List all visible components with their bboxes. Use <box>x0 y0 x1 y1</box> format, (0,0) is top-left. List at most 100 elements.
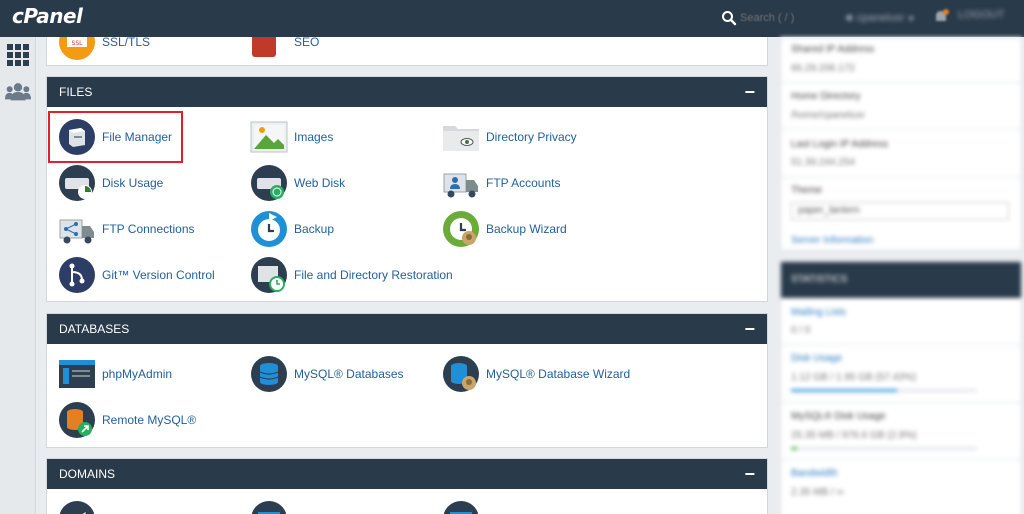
disk-usage-value: 1.12 GB / 1.95 GB (57.43%) <box>791 372 917 383</box>
git-version-control-tile[interactable]: Git™ Version Control <box>58 256 215 294</box>
databases-panel-header[interactable]: DATABASES − <box>47 314 767 344</box>
theme-select[interactable]: paper_lantern <box>791 202 1009 220</box>
file-restoration-tile[interactable]: File and Directory Restoration <box>250 256 453 294</box>
search-input[interactable] <box>740 9 835 27</box>
user-menu[interactable]: ■ cpanelusr ▾ <box>846 9 914 27</box>
general-information-sidebar: Shared IP Address 66.29.206.172 Home Dir… <box>778 37 1024 514</box>
tile-label: phpMyAdmin <box>102 367 173 381</box>
home-dir-label: Home Directory <box>791 91 861 102</box>
backup-tile[interactable]: Backup <box>250 210 334 248</box>
bell-icon[interactable] <box>932 8 950 26</box>
collapse-button[interactable]: − <box>744 320 755 338</box>
images-icon <box>250 118 288 156</box>
grid-icon[interactable] <box>5 42 31 68</box>
remote-mysql-tile[interactable]: Remote MySQL® <box>58 401 196 439</box>
users-icon[interactable] <box>5 79 31 105</box>
site-publisher-icon[interactable] <box>58 500 96 514</box>
seo-icon <box>250 37 288 61</box>
divider <box>781 177 1023 178</box>
mysql-databases-tile[interactable]: MySQL® Databases <box>250 355 404 393</box>
general-info-box: Shared IP Address 66.29.206.172 Home Dir… <box>780 37 1023 251</box>
file-restoration-icon <box>250 256 288 294</box>
ftp-connections-icon <box>58 210 96 248</box>
disk-usage-icon <box>58 164 96 202</box>
file-manager-highlight <box>48 111 183 163</box>
cpanel-logo[interactable]: cPanel <box>12 4 83 28</box>
domains-panel-header[interactable]: DOMAINS − <box>47 459 767 489</box>
home-dir-value: /home/cpanelusr <box>791 110 865 121</box>
tile-label: Remote MySQL® <box>102 413 197 427</box>
chevron-down-icon: ▾ <box>908 12 914 25</box>
disk-usage-bar <box>791 389 977 392</box>
backup-wizard-tile[interactable]: Backup Wizard <box>442 210 567 248</box>
tile-label: MySQL® Database Wizard <box>486 367 631 381</box>
tile-label: FTP Connections <box>102 222 195 236</box>
tile-label: Directory Privacy <box>486 130 577 144</box>
mysql-wizard-icon <box>442 355 480 393</box>
previous-panel-bottom: SSL SSL/TLS SEO <box>46 37 768 66</box>
web-disk-tile[interactable]: Web Disk <box>250 164 345 202</box>
divider <box>781 402 1023 403</box>
disk-usage-tile[interactable]: Disk Usage <box>58 164 163 202</box>
ssl-tls-tile[interactable]: SSL SSL/TLS <box>58 37 150 61</box>
mysql-databases-icon <box>250 355 288 393</box>
images-tile[interactable]: Images <box>250 118 333 156</box>
git-icon <box>58 256 96 294</box>
domains-panel: DOMAINS − <box>46 458 768 514</box>
addon-domains-icon[interactable] <box>442 500 480 514</box>
username: cpanelusr <box>856 12 905 24</box>
collapse-button[interactable]: − <box>744 83 755 101</box>
files-panel-header[interactable]: FILES − <box>47 77 767 107</box>
divider <box>781 459 1023 460</box>
search-icon[interactable] <box>721 10 737 26</box>
tile-label: FTP Accounts <box>486 176 561 190</box>
top-bar: cPanel ■ cpanelusr ▾ LOGOUT <box>0 0 1024 37</box>
last-login-value: 51.39.244.254 <box>791 157 855 168</box>
bandwidth-link[interactable]: Bandwidth <box>791 468 838 479</box>
divider <box>781 129 1023 130</box>
panel-title: DOMAINS <box>59 467 116 481</box>
divider <box>781 82 1023 83</box>
backup-wizard-icon <box>442 210 480 248</box>
tile-label: SSL/TLS <box>102 37 151 49</box>
left-rail <box>0 37 36 514</box>
databases-panel: DATABASES − phpMyAdmin MySQL® Databases … <box>46 313 768 448</box>
mysql-usage-value: 25.35 MB / 976.6 GB (2.9%) <box>791 430 917 441</box>
web-disk-icon <box>250 164 288 202</box>
tile-label: File and Directory Restoration <box>294 268 453 282</box>
statistics-header: STATISTICS <box>781 262 1021 298</box>
svg-text:SSL: SSL <box>72 40 84 47</box>
mysql-wizard-tile[interactable]: MySQL® Database Wizard <box>442 355 630 393</box>
backup-icon <box>250 210 288 248</box>
logout-button[interactable]: LOGOUT <box>958 9 1004 21</box>
tile-label: Web Disk <box>294 176 346 190</box>
disk-usage-link[interactable]: Disk Usage <box>791 353 842 364</box>
files-panel: FILES − File Manager Images Directory Pr… <box>46 76 768 302</box>
directory-privacy-tile[interactable]: Directory Privacy <box>442 118 577 156</box>
mailing-lists-value: 0 / 0 <box>791 325 811 336</box>
phpmyadmin-tile[interactable]: phpMyAdmin <box>58 355 172 393</box>
ssl-icon: SSL <box>58 37 96 61</box>
shared-ip-label: Shared IP Address <box>791 44 875 55</box>
mysql-usage-bar-fill <box>791 447 797 450</box>
server-information-link[interactable]: Server Information <box>791 235 873 246</box>
ftp-accounts-tile[interactable]: FTP Accounts <box>442 164 560 202</box>
mysql-usage-label: MySQL® Disk Usage <box>791 411 886 422</box>
seo-tile[interactable]: SEO <box>250 37 319 61</box>
mailing-lists-link[interactable]: Mailing Lists <box>791 307 846 318</box>
panel-title: FILES <box>59 85 93 99</box>
collapse-button[interactable]: − <box>744 465 755 483</box>
domains-icon[interactable] <box>250 500 288 514</box>
remote-mysql-icon <box>58 401 96 439</box>
statistics-box: STATISTICS Mailing Lists 0 / 0 Disk Usag… <box>780 261 1023 514</box>
tile-label: Git™ Version Control <box>102 268 215 282</box>
tile-label: SEO <box>294 37 320 49</box>
panel-title: DATABASES <box>59 322 130 336</box>
theme-label: Theme <box>791 185 823 196</box>
last-login-label: Last Login IP Address <box>791 139 889 150</box>
ftp-truck-icon <box>442 164 480 202</box>
ftp-connections-tile[interactable]: FTP Connections <box>58 210 195 248</box>
tile-label: Images <box>294 130 334 144</box>
tile-label: Disk Usage <box>102 176 164 190</box>
shared-ip-value: 66.29.206.172 <box>791 63 855 74</box>
